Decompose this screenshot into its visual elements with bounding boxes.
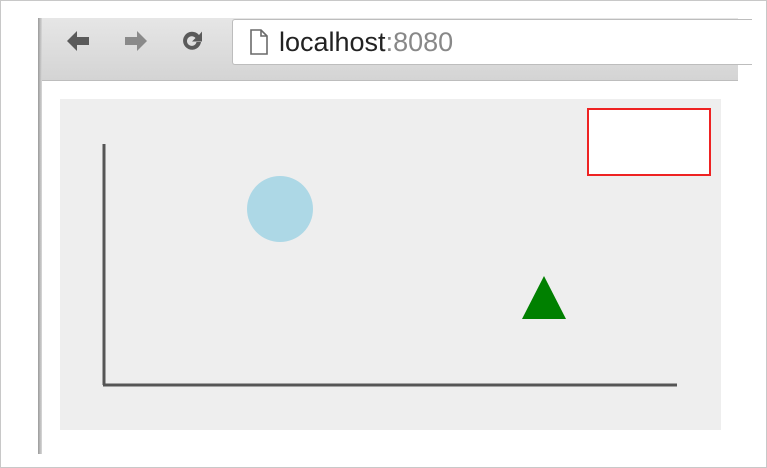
url-host: localhost — [279, 26, 386, 57]
scene-svg — [60, 99, 721, 430]
back-arrow-icon — [67, 31, 89, 51]
back-button[interactable] — [60, 18, 96, 64]
drawing-canvas — [60, 99, 721, 430]
reload-icon — [183, 31, 202, 50]
url-port: :8080 — [385, 26, 454, 57]
red-outline-box — [587, 108, 711, 176]
page-icon — [250, 29, 268, 55]
forward-button[interactable] — [118, 18, 154, 64]
forward-arrow-icon — [125, 31, 147, 51]
reload-button[interactable] — [174, 18, 210, 64]
address-bar[interactable]: localhost:8080 — [232, 19, 752, 65]
light-blue-circle — [247, 176, 313, 242]
browser-toolbar: localhost:8080 — [42, 18, 752, 81]
